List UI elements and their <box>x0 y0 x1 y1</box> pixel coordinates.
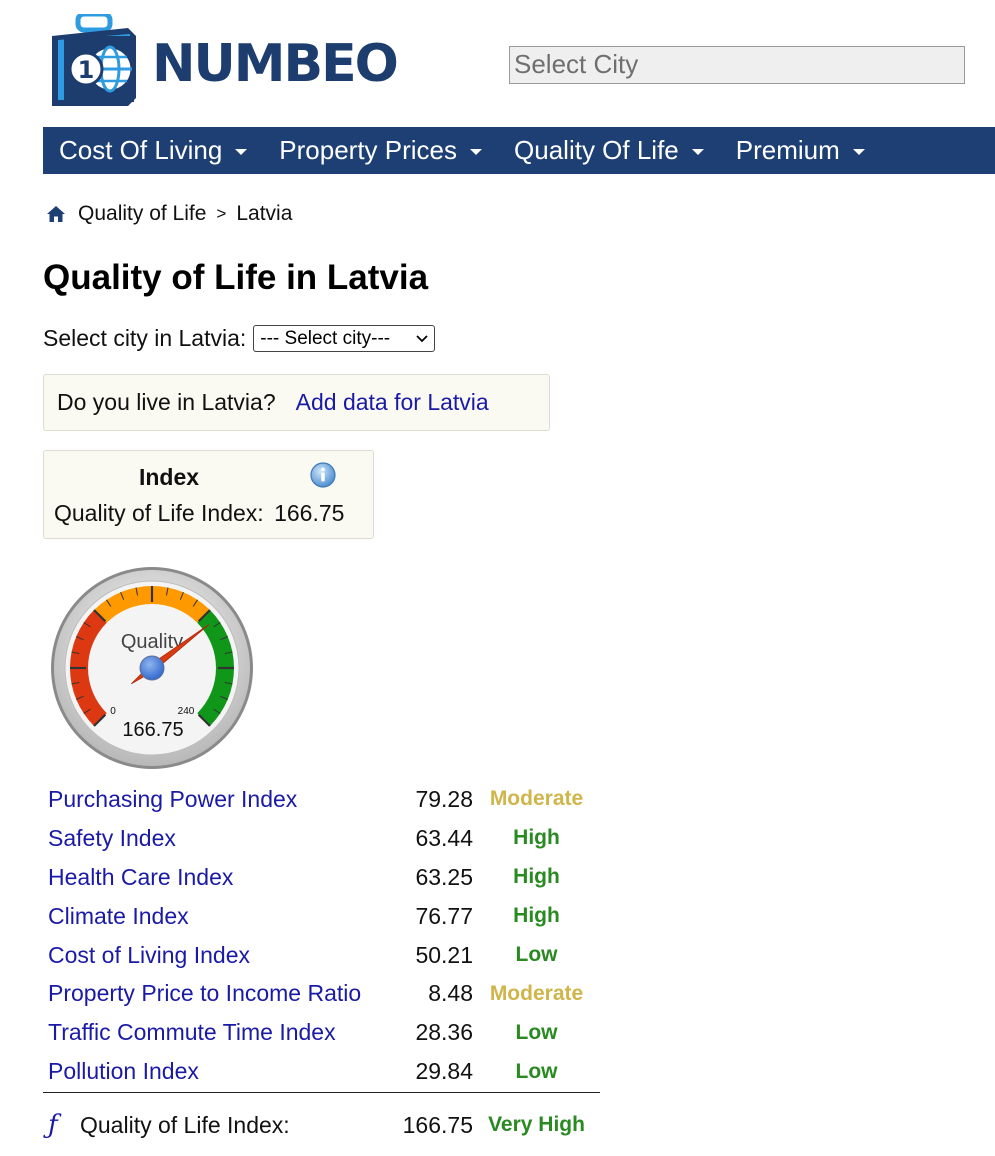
nav-quality-of-life[interactable]: Quality Of Life <box>498 127 720 174</box>
numbeo-logo[interactable]: 1 NUMBEO <box>48 14 418 110</box>
index-value: 79.28 <box>415 785 473 812</box>
search-placeholder: Select City <box>514 49 639 79</box>
info-icon[interactable] <box>309 461 337 489</box>
caret-down-icon <box>691 148 704 155</box>
index-value: 28.36 <box>415 1019 473 1046</box>
index-level: High <box>513 904 560 928</box>
home-icon[interactable] <box>46 205 66 223</box>
index-value: 63.44 <box>415 824 473 851</box>
page-title: Quality of Life in Latvia <box>43 258 429 297</box>
gauge-max-label: 240 <box>178 706 195 717</box>
index-link-pollution[interactable]: Pollution Index <box>48 1058 199 1084</box>
index-level: Moderate <box>489 787 584 811</box>
nav-premium[interactable]: Premium <box>720 127 881 174</box>
table-row: Health Care Index 63.25 High <box>43 858 600 897</box>
gauge-needle-hub <box>139 655 165 681</box>
index-header-text: Index <box>138 464 200 490</box>
index-value: 50.21 <box>415 941 473 968</box>
gauge-min-label: 0 <box>110 706 116 717</box>
total-label: Quality of Life Index: <box>80 1111 290 1138</box>
total-level: Very High <box>488 1113 585 1136</box>
nav-label: Quality Of Life <box>514 135 679 165</box>
index-value: 166.75 <box>274 500 345 526</box>
caret-down-icon <box>470 148 483 155</box>
live-question: Do you live in Latvia? <box>57 389 276 415</box>
index-label: Quality of Life Index: <box>54 500 264 526</box>
breadcrumb: Quality of Life > Latvia <box>46 202 292 226</box>
nav-cost-of-living[interactable]: Cost Of Living <box>43 127 263 174</box>
nav-property-prices[interactable]: Property Prices <box>263 127 498 174</box>
index-row: Quality of Life Index: 166.75 <box>54 500 344 527</box>
caret-down-icon <box>852 148 865 155</box>
index-link-property-price-ratio[interactable]: Property Price to Income Ratio <box>48 980 361 1006</box>
index-level: Low <box>515 1059 558 1083</box>
index-value: 76.77 <box>415 902 473 929</box>
total-row: ƒ Quality of Life Index: 166.75 Very Hig… <box>43 1110 603 1140</box>
index-summary-box: Index Quality of Life Index: 166.75 <box>43 450 374 539</box>
index-level: Low <box>515 943 558 966</box>
table-divider <box>43 1092 600 1093</box>
index-level: High <box>513 865 560 889</box>
table-row: Purchasing Power Index 79.28 Moderate <box>43 780 600 819</box>
total-value: 166.75 <box>402 1111 473 1138</box>
city-select-label: Select city in Latvia: <box>43 325 247 351</box>
index-value: 29.84 <box>415 1058 473 1085</box>
index-link-health-care[interactable]: Health Care Index <box>48 864 233 890</box>
breadcrumb-quality-of-life[interactable]: Quality of Life <box>78 202 206 226</box>
index-level: Low <box>515 1020 558 1044</box>
caret-down-icon <box>235 148 248 155</box>
formula-icon[interactable]: ƒ <box>43 1110 80 1140</box>
nav-label: Property Prices <box>279 135 458 165</box>
indices-table: Purchasing Power Index 79.28 Moderate Sa… <box>43 780 600 1091</box>
gauge-value-label: 166.75 <box>122 719 183 741</box>
breadcrumb-current: Latvia <box>236 202 293 225</box>
index-link-traffic-commute[interactable]: Traffic Commute Time Index <box>48 1019 336 1045</box>
index-value: 8.48 <box>428 980 473 1007</box>
svg-text:1: 1 <box>78 56 95 84</box>
logo-wordmark: NUMBEO <box>152 34 399 94</box>
index-link-safety[interactable]: Safety Index <box>48 825 176 851</box>
breadcrumb-separator: > <box>216 204 227 223</box>
table-row: Property Price to Income Ratio 8.48 Mode… <box>43 974 600 1013</box>
index-header: Index <box>44 464 294 491</box>
city-select-row: Select city in Latvia: --- Select city--… <box>43 325 436 352</box>
nav-label: Premium <box>735 135 840 165</box>
table-row: Traffic Commute Time Index 28.36 Low <box>43 1013 600 1052</box>
index-link-purchasing-power[interactable]: Purchasing Power Index <box>48 786 297 812</box>
chevron-down-icon <box>416 334 428 342</box>
index-value: 63.25 <box>415 863 473 890</box>
add-data-link[interactable]: Add data for Latvia <box>296 389 489 416</box>
table-row: Climate Index 76.77 High <box>43 897 600 936</box>
index-level: Moderate <box>489 981 584 1005</box>
index-level: High <box>513 826 560 850</box>
city-select-value: --- Select city--- <box>260 327 391 349</box>
table-row: Safety Index 63.44 High <box>43 819 600 858</box>
index-link-climate[interactable]: Climate Index <box>48 903 189 929</box>
table-row: Pollution Index 29.84 Low <box>43 1052 600 1091</box>
live-in-country-box: Do you live in Latvia? Add data for Latv… <box>43 374 550 431</box>
nav-label: Cost Of Living <box>59 135 223 165</box>
main-navbar: Cost Of Living Property Prices Quality O… <box>43 127 995 174</box>
city-search-input[interactable]: Select City <box>509 46 965 84</box>
suitcase-globe-icon: 1 <box>52 14 136 106</box>
index-link-cost-of-living[interactable]: Cost of Living Index <box>48 942 250 968</box>
city-select[interactable]: --- Select city--- <box>253 325 436 352</box>
quality-gauge: Quality 0 240 166.75 <box>51 567 253 769</box>
table-row: Cost of Living Index 50.21 Low <box>43 936 600 975</box>
